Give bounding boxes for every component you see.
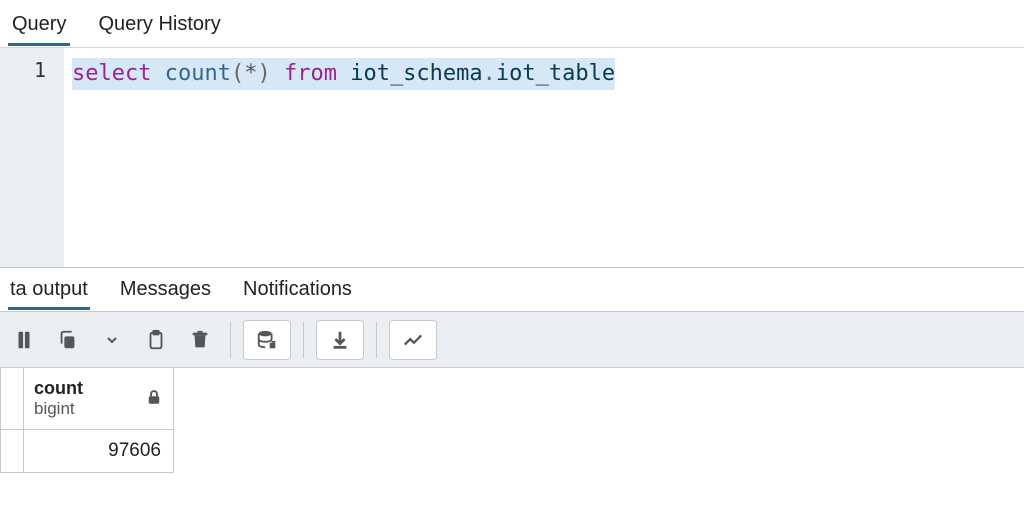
line-number: 1 — [0, 58, 46, 82]
tab-query-history[interactable]: Query History — [94, 3, 224, 45]
row-header[interactable] — [0, 430, 24, 473]
editor-code-area[interactable]: select count(*) from iot_schema.iot_tabl… — [64, 48, 1024, 267]
trash-icon[interactable] — [182, 320, 218, 360]
keyword-from: from — [284, 61, 337, 86]
tab-messages[interactable]: Messages — [118, 270, 213, 309]
results-tabs: ta output Messages Notifications — [0, 268, 1024, 312]
paren-close: ) — [257, 61, 270, 86]
copy-icon[interactable] — [50, 320, 86, 360]
function-count: count — [165, 61, 231, 86]
save-db-icon[interactable] — [243, 320, 291, 360]
identifier-table: iot_table — [496, 61, 615, 86]
lock-icon — [145, 388, 163, 409]
paste-icon[interactable] — [138, 320, 174, 360]
keyword-select: select — [72, 61, 151, 86]
download-icon[interactable] — [316, 320, 364, 360]
corner-header[interactable] — [0, 368, 24, 430]
editor-gutter: 1 — [0, 48, 64, 267]
column-type: bigint — [34, 399, 83, 419]
data-grid: count bigint 97606 — [0, 368, 174, 473]
dot: . — [483, 61, 496, 86]
editor-tabs: Query Query History — [0, 0, 1024, 48]
cell-count-value[interactable]: 97606 — [24, 430, 174, 473]
tab-data-output[interactable]: ta output — [8, 270, 90, 309]
chevron-down-icon[interactable] — [94, 320, 130, 360]
toolbar-separator — [376, 322, 377, 358]
toolbar-separator — [230, 322, 231, 358]
columns-icon[interactable] — [6, 320, 42, 360]
column-name: count — [34, 378, 83, 399]
results-toolbar — [0, 312, 1024, 368]
sql-editor: 1 select count(*) from iot_schema.iot_ta… — [0, 48, 1024, 268]
graph-icon[interactable] — [389, 320, 437, 360]
paren-open: ( — [231, 61, 244, 86]
column-header-count[interactable]: count bigint — [24, 368, 174, 430]
tab-query[interactable]: Query — [8, 3, 70, 45]
star-operator: * — [244, 61, 257, 86]
identifier-schema: iot_schema — [350, 61, 482, 86]
toolbar-separator — [303, 322, 304, 358]
tab-notifications[interactable]: Notifications — [241, 270, 354, 309]
